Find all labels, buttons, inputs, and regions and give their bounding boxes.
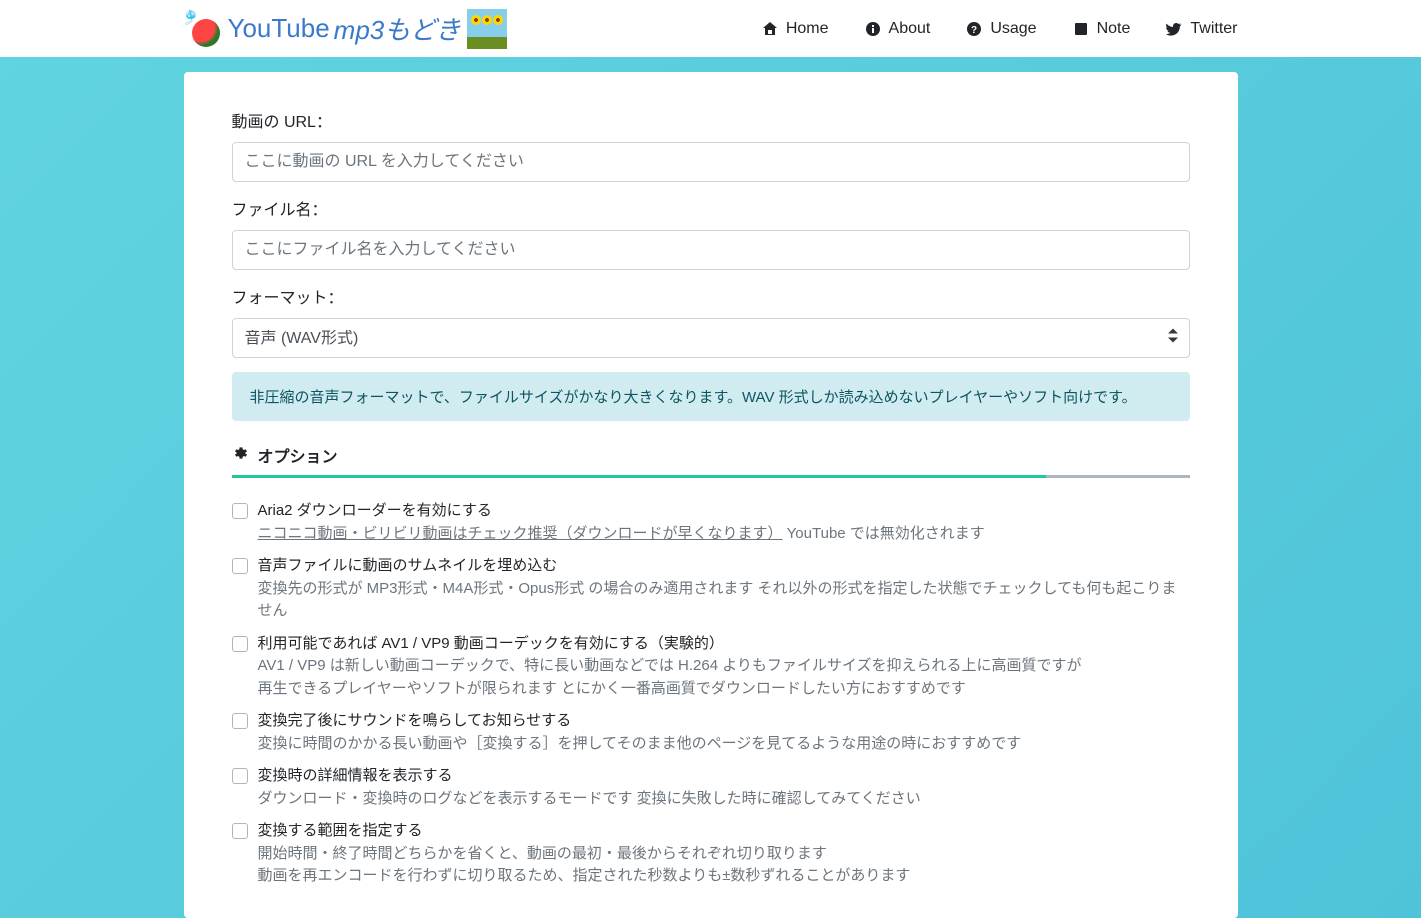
option-sound: 変換完了後にサウンドを鳴らしてお知らせする 変換に時間のかかる長い動画や［変換す… [232, 710, 1190, 755]
nav-label: Usage [990, 20, 1036, 38]
logo-text-mp3: mp3もどき [334, 10, 461, 47]
checkbox-detail[interactable] [232, 768, 248, 784]
checkbox-range[interactable] [232, 823, 248, 839]
question-icon: ? [966, 21, 982, 37]
nav-label: Note [1097, 20, 1131, 38]
nav-note[interactable]: Note [1073, 20, 1131, 38]
main-card: 動画の URL： ファイル名： フォーマット： 音声 (WAV形式) 非圧縮の音… [184, 72, 1238, 918]
home-icon [762, 21, 778, 37]
nav-label: Twitter [1190, 20, 1237, 38]
option-range: 変換する範囲を指定する 開始時間・終了時間どちらかを省くと、動画の最初・最後から… [232, 820, 1190, 888]
nav-twitter[interactable]: Twitter [1166, 20, 1237, 38]
option-desc: 開始時間・終了時間どちらかを省くと、動画の最初・最後からそれぞれ切り取ります 動… [258, 843, 1190, 888]
nav-links: Home About ? Usage Note [762, 20, 1238, 38]
filename-label: ファイル名： [232, 196, 1190, 220]
option-aria2: Aria2 ダウンローダーを有効にする ニコニコ動画・ビリビリ動画はチェック推奨… [232, 500, 1190, 545]
option-thumbnail: 音声ファイルに動画のサムネイルを埋め込む 変換先の形式が MP3形式・M4A形式… [232, 555, 1190, 623]
option-desc: 変換に時間のかかる長い動画や［変換する］を押してそのまま他のページを見てるような… [258, 733, 1190, 756]
option-title: 利用可能であれば AV1 / VP9 動画コーデックを有効にする（実験的） [258, 633, 1190, 656]
option-av1vp9: 利用可能であれば AV1 / VP9 動画コーデックを有効にする（実験的） AV… [232, 633, 1190, 701]
option-detail: 変換時の詳細情報を表示する ダウンロード・変換時のログなどを表示するモードです … [232, 765, 1190, 810]
format-select[interactable]: 音声 (WAV形式) [232, 318, 1190, 358]
options-title: オプション [258, 443, 338, 467]
checkbox-av1vp9[interactable] [232, 636, 248, 652]
option-title: 変換時の詳細情報を表示する [258, 765, 1190, 788]
nav-label: Home [786, 20, 829, 38]
option-desc: 変換先の形式が MP3形式・M4A形式・Opus形式 の場合のみ適用されます そ… [258, 578, 1190, 623]
checkbox-thumbnail[interactable] [232, 558, 248, 574]
logo-wind-chime-icon: 🎐 [184, 9, 224, 49]
options-header: オプション [232, 443, 1190, 467]
nav-label: About [889, 20, 931, 38]
logo-sunflower-icon [467, 9, 507, 49]
filename-input[interactable] [232, 230, 1190, 270]
twitter-icon [1166, 21, 1182, 37]
option-title: 音声ファイルに動画のサムネイルを埋め込む [258, 555, 1190, 578]
gear-icon [232, 445, 248, 466]
checkbox-aria2[interactable] [232, 503, 248, 519]
format-label: フォーマット： [232, 284, 1190, 308]
nav-about[interactable]: About [865, 20, 931, 38]
option-desc: ニコニコ動画・ビリビリ動画はチェック推奨（ダウンロードが早くなります） YouT… [258, 523, 1190, 546]
url-input[interactable] [232, 142, 1190, 182]
url-label: 動画の URL： [232, 108, 1190, 132]
option-desc: ダウンロード・変換時のログなどを表示するモードです 変換に失敗した時に確認してみ… [258, 788, 1190, 811]
navbar: 🎐 YouTube mp3もどき Home [0, 0, 1421, 57]
option-title: 変換する範囲を指定する [258, 820, 1190, 843]
logo-text-youtube: YouTube [228, 13, 330, 44]
option-title: 変換完了後にサウンドを鳴らしてお知らせする [258, 710, 1190, 733]
checkbox-sound[interactable] [232, 713, 248, 729]
nav-home[interactable]: Home [762, 20, 829, 38]
note-icon [1073, 21, 1089, 37]
option-desc: AV1 / VP9 は新しい動画コーデックで、特に長い動画などでは H.264 … [258, 655, 1190, 700]
options-divider [232, 475, 1190, 492]
svg-text:?: ? [971, 25, 977, 36]
nav-usage[interactable]: ? Usage [966, 20, 1036, 38]
format-info-box: 非圧縮の音声フォーマットで、ファイルサイズがかなり大きくなります。WAV 形式し… [232, 372, 1190, 421]
option-title: Aria2 ダウンローダーを有効にする [258, 500, 1190, 523]
info-icon [865, 21, 881, 37]
logo[interactable]: 🎐 YouTube mp3もどき [184, 9, 507, 49]
